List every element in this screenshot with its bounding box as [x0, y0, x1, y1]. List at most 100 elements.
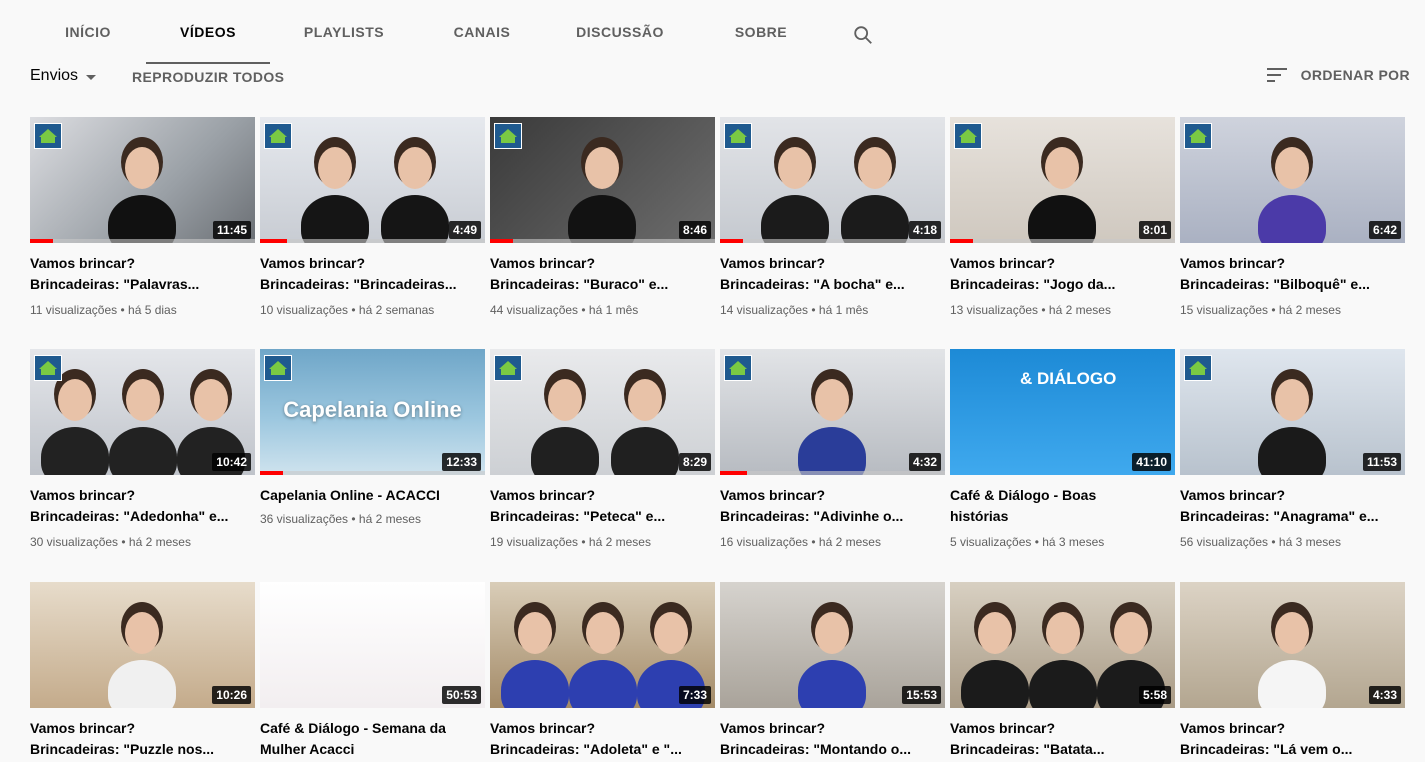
video-card[interactable]: & DIÁLOGO 41:10 Café & Diálogo - Boas histó…: [950, 349, 1175, 551]
video-title[interactable]: Café & Diálogo - Semana da Mulher Acacci: [260, 718, 485, 760]
video-metadata: 14 visualizações • há 1 mês: [720, 303, 869, 317]
person-head: [628, 379, 662, 421]
tab-inicio[interactable]: INÍCIO: [40, 0, 136, 64]
video-card[interactable]: 10:26 Vamos brincar? Brincadeiras: "Puzzle…: [30, 582, 255, 760]
video-card[interactable]: 10:42 Vamos brincar? Brincadeiras: "Adedon…: [30, 349, 255, 551]
video-title-line: Brincadeiras: "Adivinhe o...: [720, 508, 904, 524]
watch-progress-bar: [490, 239, 513, 243]
video-card[interactable]: 4:18 Vamos brincar? Brincadeiras: "A bocha…: [720, 117, 945, 319]
video-thumbnail[interactable]: 11:53: [1180, 349, 1405, 475]
video-thumbnail[interactable]: 4:32: [720, 349, 945, 475]
video-thumbnail[interactable]: Capelania Online 12:33: [260, 349, 485, 475]
tab-canais[interactable]: CANAIS: [434, 0, 530, 64]
caret-down-icon: [86, 74, 97, 80]
person-head: [194, 379, 228, 421]
video-card[interactable]: 8:29 Vamos brincar? Brincadeiras: "Peteca"…: [490, 349, 715, 551]
video-thumbnail[interactable]: 10:26: [30, 582, 255, 708]
video-card[interactable]: 6:42 Vamos brincar? Brincadeiras: "Bilboqu…: [1180, 117, 1405, 319]
video-title[interactable]: Vamos brincar? Brincadeiras: "Adoleta" e …: [490, 718, 715, 760]
tab-videos[interactable]: VÍDEOS: [146, 0, 270, 64]
video-title-line: Café & Diálogo - Semana da: [260, 720, 446, 736]
video-thumbnail[interactable]: 6:42: [1180, 117, 1405, 243]
video-title[interactable]: Vamos brincar? Brincadeiras: "Lá vem o...: [1180, 718, 1405, 760]
video-card[interactable]: 11:45 Vamos brincar? Brincadeiras: "Palavr…: [30, 117, 255, 319]
video-title[interactable]: Vamos brincar? Brincadeiras: "Buraco" e..…: [490, 253, 715, 295]
video-title[interactable]: Vamos brincar? Brincadeiras: "Adedonha" e…: [30, 485, 255, 527]
video-title[interactable]: Vamos brincar? Brincadeiras: "Batata...: [950, 718, 1175, 760]
video-thumbnail[interactable]: 7:33: [490, 582, 715, 708]
watch-progress-track: [260, 239, 485, 243]
video-duration: 10:42: [212, 453, 251, 471]
video-thumbnail[interactable]: 4:18: [720, 117, 945, 243]
video-metadata: 30 visualizações • há 2 meses: [30, 535, 191, 549]
person-head: [126, 379, 160, 421]
video-title[interactable]: Vamos brincar? Brincadeiras: "Adivinhe o.…: [720, 485, 945, 527]
video-title[interactable]: Vamos brincar? Brincadeiras: "A bocha" e.…: [720, 253, 945, 295]
video-metadata: 36 visualizações • há 2 meses: [260, 512, 421, 526]
tab-label: VÍDEOS: [180, 24, 236, 40]
watch-progress-track: [490, 239, 715, 243]
video-card[interactable]: 4:33 Vamos brincar? Brincadeiras: "Lá vem …: [1180, 582, 1405, 760]
sort-by-button[interactable]: ORDENAR POR: [1266, 67, 1410, 83]
sort-label: ORDENAR POR: [1300, 67, 1410, 83]
uploads-dropdown[interactable]: Envios: [30, 67, 97, 85]
video-title[interactable]: Vamos brincar? Brincadeiras: "Bilboquê" e…: [1180, 253, 1405, 295]
video-duration: 8:29: [678, 453, 711, 471]
tab-label: INÍCIO: [65, 24, 111, 40]
video-title-line: Brincadeiras: "Brincadeiras...: [260, 276, 457, 292]
tab-playlists[interactable]: PLAYLISTS: [284, 0, 404, 64]
search-icon[interactable]: [852, 24, 874, 46]
video-metadata: 13 visualizações • há 2 meses: [950, 303, 1111, 317]
video-title[interactable]: Vamos brincar? Brincadeiras: "Montando o.…: [720, 718, 945, 760]
video-card[interactable]: 8:01 Vamos brincar? Brincadeiras: "Jogo da…: [950, 117, 1175, 319]
video-thumbnail[interactable]: 5:58: [950, 582, 1175, 708]
tab-sobre[interactable]: SOBRE: [716, 0, 806, 64]
person-head: [858, 147, 892, 189]
video-title[interactable]: Vamos brincar? Brincadeiras: "Palavras...: [30, 253, 255, 295]
video-title[interactable]: Vamos brincar? Brincadeiras: "Brincadeira…: [260, 253, 485, 295]
channel-tabs: INÍCIO VÍDEOS PLAYLISTS CANAIS DISCUSSÃO…: [0, 0, 1425, 64]
video-duration: 4:33: [1368, 686, 1401, 704]
video-thumbnail[interactable]: 8:46: [490, 117, 715, 243]
acacci-logo-icon: [724, 355, 752, 381]
video-card[interactable]: 4:32 Vamos brincar? Brincadeiras: "Adivinh…: [720, 349, 945, 551]
video-duration: 4:32: [908, 453, 941, 471]
video-title[interactable]: Vamos brincar? Brincadeiras: "Jogo da...: [950, 253, 1175, 295]
video-thumbnail[interactable]: 4:33: [1180, 582, 1405, 708]
video-title[interactable]: Capelania Online - ACACCI: [260, 485, 485, 506]
video-thumbnail[interactable]: 15:53: [720, 582, 945, 708]
play-all-button[interactable]: REPRODUZIR TODOS: [132, 69, 284, 85]
video-thumbnail[interactable]: 4:49: [260, 117, 485, 243]
video-card[interactable]: Capelania Online 12:33 Capelania Online - …: [260, 349, 485, 528]
video-thumbnail[interactable]: 8:29: [490, 349, 715, 475]
video-card[interactable]: 11:53 Vamos brincar? Brincadeiras: "Anagra…: [1180, 349, 1405, 551]
video-card[interactable]: 5:58 Vamos brincar? Brincadeiras: "Batata.…: [950, 582, 1175, 760]
video-thumbnail[interactable]: 50:53: [260, 582, 485, 708]
video-thumbnail[interactable]: & DIÁLOGO 41:10: [950, 349, 1175, 475]
video-title-line: Vamos brincar?: [490, 255, 596, 271]
video-title[interactable]: Café & Diálogo - Boas histórias: [950, 485, 1175, 527]
acacci-logo-icon: [494, 123, 522, 149]
video-card[interactable]: 8:46 Vamos brincar? Brincadeiras: "Buraco"…: [490, 117, 715, 319]
video-thumbnail[interactable]: 8:01: [950, 117, 1175, 243]
tab-discussao[interactable]: DISCUSSÃO: [560, 0, 680, 64]
video-thumbnail[interactable]: 10:42: [30, 349, 255, 475]
person-head: [586, 612, 620, 654]
person-head: [1275, 147, 1309, 189]
video-title-line: Brincadeiras: "Peteca" e...: [490, 508, 666, 524]
video-title[interactable]: Vamos brincar? Brincadeiras: "Anagrama" e…: [1180, 485, 1405, 527]
video-card[interactable]: 7:33 Vamos brincar? Brincadeiras: "Adoleta…: [490, 582, 715, 760]
video-duration: 4:18: [908, 221, 941, 239]
video-title[interactable]: Vamos brincar? Brincadeiras: "Puzzle nos.…: [30, 718, 255, 760]
video-title-line: Vamos brincar?: [260, 255, 366, 271]
video-duration: 8:46: [678, 221, 711, 239]
video-card[interactable]: 50:53 Café & Diálogo - Semana da Mulher Ac…: [260, 582, 485, 760]
tab-label: CANAIS: [453, 24, 511, 40]
video-title[interactable]: Vamos brincar? Brincadeiras: "Peteca" e..…: [490, 485, 715, 527]
person-head: [778, 147, 812, 189]
video-card[interactable]: 15:53 Vamos brincar? Brincadeiras: "Montan…: [720, 582, 945, 760]
video-title-line: Vamos brincar?: [720, 487, 826, 503]
video-thumbnail[interactable]: 11:45: [30, 117, 255, 243]
video-card[interactable]: 4:49 Vamos brincar? Brincadeiras: "Brincad…: [260, 117, 485, 319]
acacci-logo-icon: [724, 123, 752, 149]
